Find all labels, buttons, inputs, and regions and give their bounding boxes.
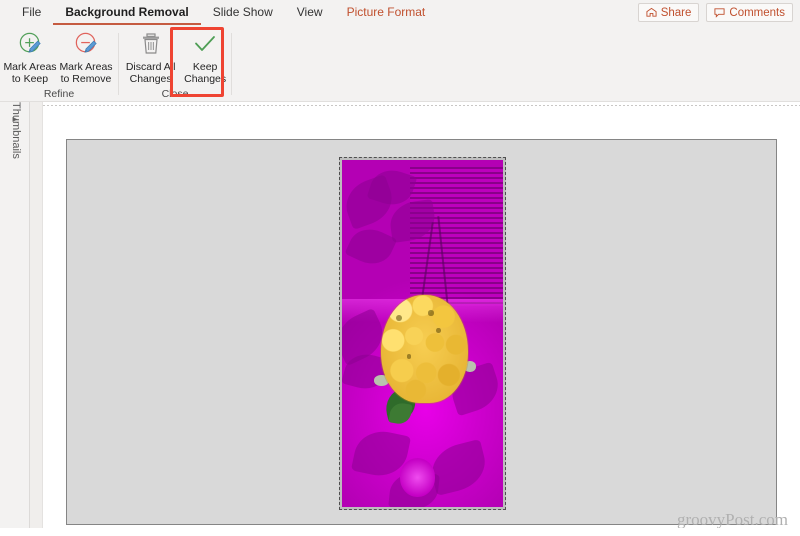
watermark: groovyPost.com bbox=[677, 510, 788, 529]
tab-view[interactable]: View bbox=[285, 0, 335, 25]
share-icon bbox=[646, 7, 657, 18]
slide-editing-area[interactable]: groovyPost.com bbox=[43, 102, 800, 536]
mark-remove-icon bbox=[73, 29, 100, 59]
bloom-detail bbox=[428, 310, 434, 316]
thumbnails-label: Thumbnails bbox=[10, 102, 22, 159]
mark-areas-to-keep-button[interactable]: Mark Areas to Keep bbox=[2, 25, 58, 85]
keep-changes-label: Keep Changes bbox=[184, 61, 227, 85]
powerpoint-window: File Background Removal Slide Show View … bbox=[0, 0, 800, 536]
bloom-detail bbox=[436, 327, 441, 333]
discard-all-changes-label: Discard All Changes bbox=[125, 61, 176, 85]
share-button-label: Share bbox=[660, 6, 692, 19]
ribbon-tab-bar: File Background Removal Slide Show View … bbox=[0, 0, 800, 25]
bloom-detail bbox=[396, 314, 403, 322]
marigold-bloom-kept bbox=[380, 295, 468, 403]
tab-picture-format[interactable]: Picture Format bbox=[335, 0, 438, 25]
trash-icon bbox=[139, 29, 163, 59]
comments-button[interactable]: Comments bbox=[706, 3, 793, 22]
mark-areas-to-remove-button[interactable]: Mark Areas to Remove bbox=[58, 25, 114, 85]
pane-divider[interactable] bbox=[30, 102, 43, 536]
window-bottom-strip bbox=[0, 528, 800, 536]
ribbon-group-close: Discard All Changes Keep Changes Close bbox=[119, 25, 231, 102]
tab-slide-show[interactable]: Slide Show bbox=[201, 0, 285, 25]
ribbon-group-close-label: Close bbox=[161, 88, 189, 100]
share-button[interactable]: Share bbox=[637, 3, 700, 22]
ribbon: Mark Areas to Keep Mark Areas to Remove … bbox=[0, 25, 800, 102]
mark-areas-to-remove-label: Mark Areas to Remove bbox=[59, 61, 113, 85]
mark-keep-icon bbox=[17, 29, 44, 59]
thumbnails-pane-collapsed[interactable]: ▸ Thumbnails bbox=[0, 102, 30, 536]
ribbon-group-refine-label: Refine bbox=[43, 88, 75, 100]
discard-all-changes-button[interactable]: Discard All Changes bbox=[122, 25, 179, 85]
flower-picture[interactable] bbox=[342, 160, 503, 507]
comments-button-label: Comments bbox=[729, 6, 785, 19]
ribbon-group-refine: Mark Areas to Keep Mark Areas to Remove … bbox=[0, 25, 118, 102]
keep-changes-button[interactable]: Keep Changes bbox=[179, 25, 231, 85]
checkmark-icon bbox=[191, 29, 219, 59]
selection-border bbox=[339, 157, 506, 510]
tab-file[interactable]: File bbox=[0, 0, 53, 25]
bloom-detail bbox=[406, 354, 412, 359]
slide-surface[interactable] bbox=[66, 139, 777, 525]
comment-icon bbox=[714, 7, 725, 18]
picture-selection-wrapper[interactable] bbox=[339, 157, 506, 510]
canvas-guide-line bbox=[43, 105, 800, 106]
tab-background-removal[interactable]: Background Removal bbox=[53, 0, 201, 25]
mark-areas-to-keep-label: Mark Areas to Keep bbox=[3, 61, 57, 85]
background-flower-shape bbox=[399, 458, 436, 497]
ribbon-group-separator-2 bbox=[231, 33, 232, 95]
